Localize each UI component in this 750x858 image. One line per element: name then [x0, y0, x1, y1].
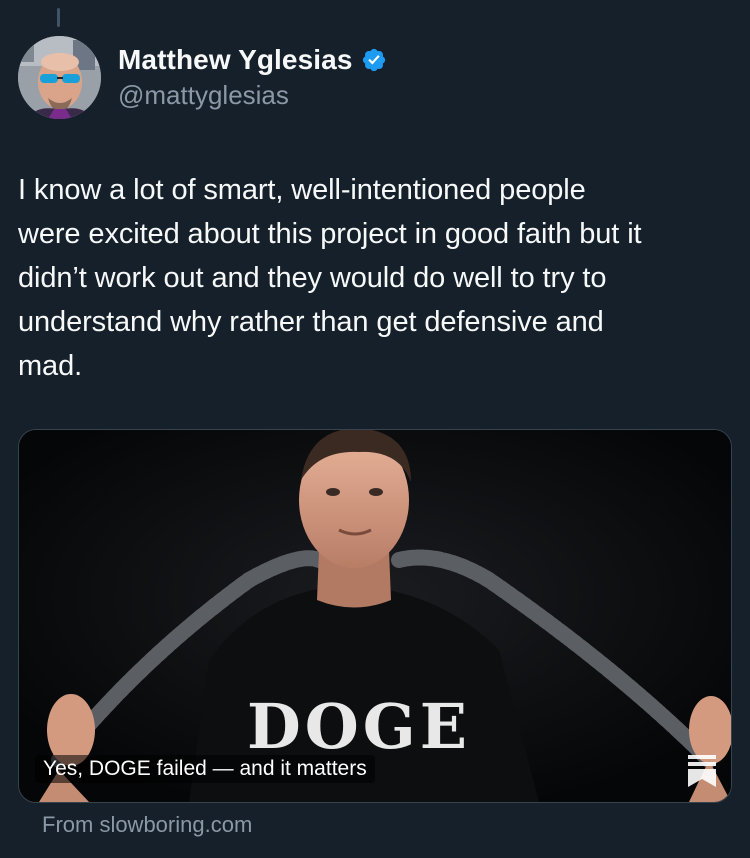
author-display-name[interactable]: Matthew Yglesias — [118, 44, 353, 76]
link-card-source[interactable]: From slowboring.com — [42, 812, 252, 838]
tweet-text-line: I know a lot of smart, well-intentioned … — [18, 174, 586, 206]
avatar[interactable] — [18, 36, 101, 119]
tweet-text-line: understand why rather than get defensive… — [18, 306, 604, 338]
tweet-text: I know a lot of smart, well-intentioned … — [18, 168, 732, 388]
avatar-image — [18, 36, 101, 119]
verified-badge-icon — [361, 47, 387, 73]
author-name-row: Matthew Yglesias — [118, 44, 387, 76]
tweet-text-line: didn’t work out and they would do well t… — [18, 262, 607, 294]
tweet-text-line: were excited about this project in good … — [18, 218, 642, 250]
link-card-title: Yes, DOGE failed — and it matters — [35, 755, 375, 783]
author-handle[interactable]: @mattyglesias — [118, 80, 289, 111]
thread-connector-line — [57, 8, 60, 27]
shirt-text: DOGE — [247, 690, 471, 763]
article-image: DOGE — [19, 430, 731, 802]
tweet-text-line: mad. — [18, 350, 83, 382]
link-preview-card[interactable]: DOGE Yes, DOGE failed — and it matters — [18, 429, 732, 803]
substack-bookmark-icon — [687, 754, 717, 788]
